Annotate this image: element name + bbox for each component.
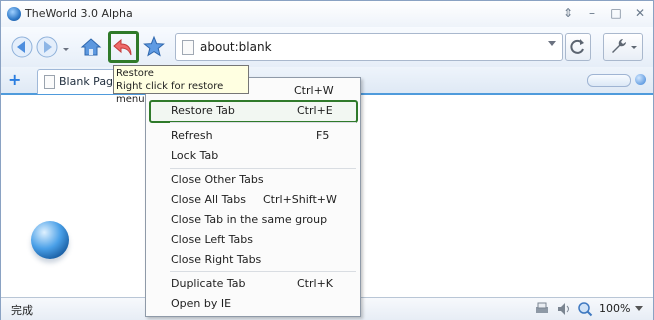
home-icon [80,38,102,56]
menu-item-close-tab-same-group[interactable]: Close Tab in the same group [146,209,360,229]
menu-item-label: Close All Tabs [171,193,246,206]
menu-item-shortcut: Ctrl+E [297,104,333,117]
title-bar: TheWorld 3.0 Alpha ⇕ – □ ✕ [1,1,653,27]
menu-item-shortcut: Ctrl+Shift+W [263,193,337,206]
menu-item-lock-tab[interactable]: Lock Tab [146,145,360,165]
tools-menu-button[interactable] [603,33,643,61]
back-button[interactable] [10,35,34,59]
tab-scroll-pill[interactable] [587,74,631,87]
menu-item-shortcut: F5 [316,129,330,142]
menu-item-close-other-tabs[interactable]: Close Other Tabs [146,169,360,189]
menu-item-label: Close Tab in the same group [171,213,328,226]
tab-label: Blank Page [59,75,120,88]
menu-item-label: Refresh [171,129,213,142]
star-icon [143,35,165,57]
restore-down-icon[interactable]: ⇕ [557,4,579,22]
window-title: TheWorld 3.0 Alpha [25,7,133,20]
history-dropdown[interactable] [61,35,71,59]
page-icon [44,75,55,89]
globe-logo-icon [31,221,69,259]
address-input[interactable]: about:blank [200,40,272,54]
menu-item-label: Duplicate Tab [171,277,246,290]
tooltip-title: Restore [116,68,154,79]
address-dropdown-icon[interactable] [548,41,556,46]
menu-item-refresh[interactable]: Refresh F5 [146,125,360,145]
new-tab-button[interactable]: + [8,72,21,88]
tab-blank-page[interactable]: Blank Page [37,69,121,94]
home-button[interactable] [79,35,103,59]
theworld-logo-icon [7,7,21,21]
menu-item-label: Open by IE [171,297,232,310]
menu-item-close-left-tabs[interactable]: Close Left Tabs [146,229,360,249]
chevron-down-icon[interactable] [635,306,643,312]
page-icon [182,40,194,55]
tab-menu-dot-icon[interactable] [635,74,646,85]
chevron-down-icon [63,48,69,51]
tooltip-hint: Right click for restore menu [116,81,224,105]
menu-item-close-right-tabs[interactable]: Close Right Tabs [146,249,360,269]
favorites-button[interactable] [142,35,166,59]
tab-context-menu: Close Tab Ctrl+W Restore Tab Ctrl+E Refr… [145,77,361,317]
menu-item-label: Close Right Tabs [171,253,262,266]
menu-separator [170,122,356,123]
restore-tooltip: Restore Right click for restore menu [113,65,249,105]
refresh-button[interactable] [565,33,591,61]
back-arrow-icon [11,36,33,58]
menu-item-close-all-tabs[interactable]: Close All Tabs Ctrl+Shift+W [146,189,360,209]
printer-icon[interactable] [534,301,550,317]
wrench-icon [612,39,637,53]
menu-separator [170,271,356,272]
maximize-button[interactable]: □ [605,4,627,22]
refresh-icon [570,39,584,54]
restore-button-highlight [108,31,139,63]
zoom-magnifier-icon[interactable] [577,301,593,317]
menu-item-label: Close Other Tabs [171,173,264,186]
status-text: 完成 [11,304,33,317]
menu-item-label: Lock Tab [171,149,219,162]
minimize-button[interactable]: – [581,4,603,22]
browser-window: TheWorld 3.0 Alpha ⇕ – □ ✕ about:blank +… [0,0,654,320]
menu-item-shortcut: Ctrl+W [294,84,334,97]
menu-item-shortcut: Ctrl+K [297,277,334,290]
close-window-button[interactable]: ✕ [629,4,651,22]
zoom-level[interactable]: 100% [599,302,630,315]
address-bar[interactable]: about:blank [175,33,563,61]
speaker-icon[interactable] [556,301,572,317]
forward-arrow-icon [36,36,58,58]
navigation-toolbar: about:blank [1,27,653,67]
menu-item-open-by-ie[interactable]: Open by IE [146,293,360,313]
menu-item-duplicate-tab[interactable]: Duplicate Tab Ctrl+K [146,273,360,293]
forward-button[interactable] [35,35,59,59]
menu-item-label: Close Left Tabs [171,233,254,246]
